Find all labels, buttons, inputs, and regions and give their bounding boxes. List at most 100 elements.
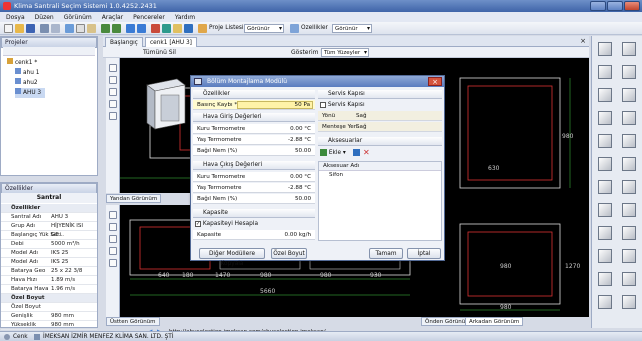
property-row[interactable]: Hava Hızı 1.89 m/s <box>1 276 97 285</box>
module-thumbnail-icon[interactable] <box>622 272 636 286</box>
tree-item-ahu2[interactable]: ahu2 <box>15 78 38 88</box>
move-icon[interactable] <box>109 223 117 231</box>
calc-capacity-checkbox[interactable]: ✓ Kapasiteyi Hesapla <box>195 220 258 229</box>
properties-select[interactable]: Görünür <box>332 24 372 33</box>
module-thumbnail-icon[interactable] <box>598 295 612 309</box>
help-icon[interactable] <box>184 24 193 33</box>
arrow-right-icon[interactable] <box>137 24 146 33</box>
close-button[interactable] <box>624 1 640 11</box>
menu-dosya[interactable]: Dosya <box>6 14 25 21</box>
copy-icon[interactable] <box>76 24 85 33</box>
module-thumbnail-icon[interactable] <box>598 226 612 240</box>
property-value[interactable]: IKS 25 <box>51 249 68 258</box>
property-row[interactable]: Başlangıç Yük Seri <box>1 231 97 240</box>
property-value[interactable]: 980 mm <box>51 312 74 321</box>
module-thumbnail-icon[interactable] <box>622 249 636 263</box>
property-value[interactable]: AHU 3 <box>51 213 68 222</box>
add-accessory-button[interactable]: Ekle ▾ <box>320 148 346 158</box>
value-field[interactable]: -2.88 °C <box>288 135 311 145</box>
cancel-button[interactable]: İptal <box>407 248 441 259</box>
menu-duzen[interactable]: Düzen <box>35 14 54 21</box>
delete-icon[interactable] <box>151 24 160 33</box>
module-thumbnail-icon[interactable] <box>622 88 636 102</box>
open-folder-icon[interactable] <box>15 24 24 33</box>
value-field[interactable]: 50.00 <box>295 194 311 204</box>
menu-pencereler[interactable]: Pencereler <box>133 14 165 21</box>
zoom-fit-icon[interactable] <box>109 112 117 120</box>
property-value[interactable]: 1.96 m/s <box>51 285 75 294</box>
module-thumbnail-icon[interactable] <box>598 272 612 286</box>
print-icon[interactable] <box>40 24 49 33</box>
custom-size-button[interactable]: Özel Boyut <box>271 248 307 259</box>
property-row[interactable]: Model Adı IKS 25 <box>1 258 97 267</box>
module-thumbnail-icon[interactable] <box>598 65 612 79</box>
pointer-icon[interactable] <box>109 211 117 219</box>
property-row[interactable]: Batarya Geo 25 x 22 3/8 <box>1 267 97 276</box>
property-row[interactable]: Model Adı IKS 25 <box>1 249 97 258</box>
tree-item-ahu3[interactable]: AHU 3 <box>15 88 46 98</box>
accessory-item[interactable]: Sifon <box>319 171 441 180</box>
clear-all-button[interactable]: Tümünü Sil <box>143 48 176 57</box>
module-thumbnail-icon[interactable] <box>622 134 636 148</box>
close-tab-icon[interactable]: × <box>580 37 586 45</box>
menu-gorunum[interactable]: Görünüm <box>64 14 92 21</box>
top-view-tab[interactable]: Üstten Görünüm <box>106 317 160 326</box>
report-icon[interactable] <box>173 24 182 33</box>
new-file-icon[interactable] <box>4 24 13 33</box>
section-accessories[interactable]: Aksesuarlar <box>318 137 442 146</box>
property-row[interactable]: Özel Boyut <box>1 303 97 312</box>
module-thumbnail-icon[interactable] <box>598 249 612 263</box>
service-door-checkbox[interactable]: Servis Kapısı <box>320 101 365 110</box>
module-thumbnail-icon[interactable] <box>622 203 636 217</box>
module-thumbnail-icon[interactable] <box>598 42 612 56</box>
hinge-value[interactable]: Sağ <box>356 122 367 132</box>
paste-icon[interactable] <box>87 24 96 33</box>
tree-item-project[interactable]: cenk1 * <box>7 58 37 68</box>
module-thumbnail-icon[interactable] <box>622 157 636 171</box>
copy-to-modules-button[interactable]: Diğer Modüllere Kopyala <box>199 248 265 267</box>
module-thumbnail-icon[interactable] <box>598 180 612 194</box>
move-accessory-icon[interactable] <box>353 149 360 156</box>
zoom-in-icon[interactable] <box>109 235 117 243</box>
value-field[interactable]: 50.00 <box>295 146 311 156</box>
property-value[interactable]: 5000 m³/h <box>51 240 80 249</box>
arrow-left-icon[interactable] <box>126 24 135 33</box>
property-row[interactable]: Grup Adı HİJYENİK ISI GE... <box>1 222 97 238</box>
minimize-button[interactable] <box>590 1 606 11</box>
module-thumbnail-icon[interactable] <box>622 111 636 125</box>
section-ozellikler[interactable]: Özellikler <box>193 90 315 99</box>
front-view-canvas[interactable]: 980 630 <box>420 58 589 206</box>
pressure-loss-input[interactable]: 50 Pa <box>237 101 313 109</box>
property-value[interactable]: 1.89 m/s <box>51 276 75 285</box>
redo-icon[interactable] <box>112 24 121 33</box>
module-thumbnail-icon[interactable] <box>598 111 612 125</box>
module-thumbnail-icon[interactable] <box>622 226 636 240</box>
section-service-door[interactable]: Servis Kapısı <box>318 90 442 99</box>
zoom-fit-icon[interactable] <box>109 259 117 267</box>
menu-yardim[interactable]: Yardım <box>175 14 195 21</box>
project-list-select[interactable]: Görünür <box>244 24 284 33</box>
save-icon[interactable] <box>26 24 35 33</box>
undo-icon[interactable] <box>101 24 110 33</box>
calc-icon[interactable] <box>162 24 171 33</box>
module-thumbnail-icon[interactable] <box>622 180 636 194</box>
back-view-tab[interactable]: Arkadan Görünüm <box>465 317 524 326</box>
module-thumbnail-icon[interactable] <box>598 88 612 102</box>
tab-baslangic[interactable]: Başlangıç <box>105 37 143 47</box>
menu-araclar[interactable]: Araçlar <box>102 14 123 21</box>
value-field[interactable]: 0.00 °C <box>290 172 311 182</box>
property-row[interactable]: Yükseklik 980 mm <box>1 321 97 330</box>
module-thumbnail-icon[interactable] <box>622 42 636 56</box>
zoom-out-icon[interactable] <box>109 100 117 108</box>
section-capacity[interactable]: Kapasite <box>193 209 315 218</box>
tab-cenk1-ahu3[interactable]: cenk1 [AHU 3] <box>145 37 197 47</box>
module-thumbnail-icon[interactable] <box>598 134 612 148</box>
property-value[interactable]: IKS 25 <box>51 258 68 267</box>
value-field[interactable]: 0.00 °C <box>290 124 311 134</box>
side-view-tab[interactable]: Yandan Görünüm <box>106 194 162 203</box>
module-thumbnail-icon[interactable] <box>622 295 636 309</box>
zoom-in-icon[interactable] <box>109 88 117 96</box>
module-thumbnail-icon[interactable] <box>622 65 636 79</box>
tree-item-ahu1[interactable]: ahu 1 <box>15 68 39 78</box>
direction-value[interactable]: Sağ <box>356 111 367 121</box>
